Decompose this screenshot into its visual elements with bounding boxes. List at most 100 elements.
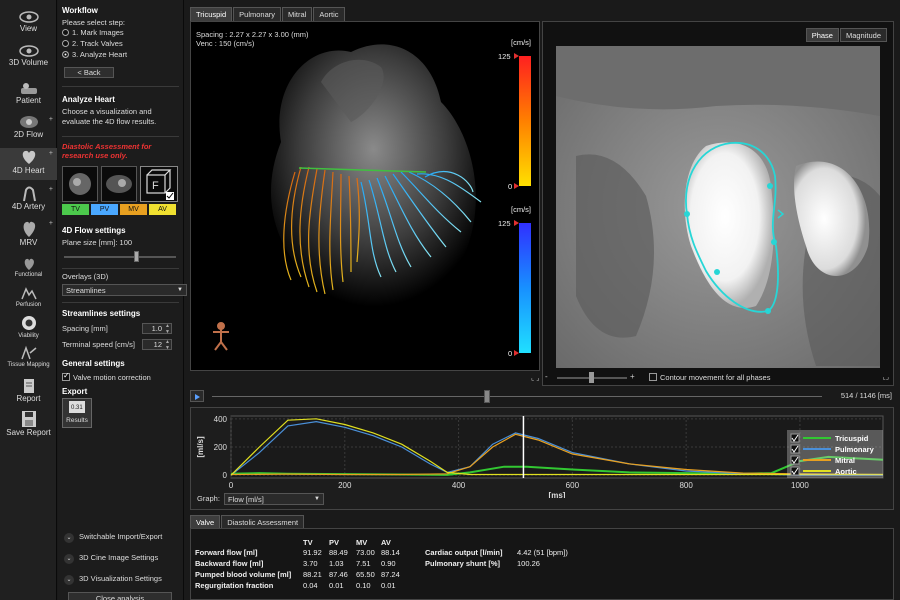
viability-icon <box>21 316 36 330</box>
play-button[interactable] <box>190 390 204 402</box>
tissue-mapping-tool[interactable]: Tissue Mapping <box>0 345 57 373</box>
shunt-label: Pulmonary shunt [%] <box>425 559 501 568</box>
section-label: 3D Visualization Settings <box>79 574 162 583</box>
y-tick-label: 200 <box>214 443 228 452</box>
save-report-tool[interactable]: Save Report <box>0 410 57 442</box>
tab-tricuspid[interactable]: Tricuspid <box>190 7 233 21</box>
av-toggle[interactable]: AV <box>149 204 176 215</box>
scale-marker-icon[interactable] <box>514 53 519 59</box>
back-button[interactable]: < Back <box>64 67 114 78</box>
cell: 0.10 <box>356 581 371 590</box>
tool-label: Perfusion <box>15 302 42 308</box>
x-tick-label: 800 <box>679 481 693 490</box>
functional-tool[interactable]: Functional <box>0 255 57 283</box>
3d-volume-tool[interactable]: 3D Volume <box>0 44 57 74</box>
zoom-plus[interactable]: + <box>630 372 635 381</box>
results-label: Results <box>66 417 88 424</box>
tab-pulmonary[interactable]: Pulmonary <box>233 7 282 21</box>
left-toolbar: View 3D Volume Patient + 2D Flow + 4D He… <box>0 0 57 600</box>
zoom-slider[interactable] <box>557 372 627 383</box>
terminal-spinbox[interactable]: 12 ▲ ▼ <box>142 339 172 351</box>
fullscreen-icon[interactable]: ⌞⌟ <box>882 373 889 381</box>
spin-arrows-icon[interactable]: ▲ ▼ <box>165 339 170 351</box>
4d-artery-tool[interactable]: + 4D Artery <box>0 184 57 216</box>
divider <box>62 86 179 87</box>
3d-viewport[interactable]: Spacing : 2.27 x 2.27 x 3.00 (mm) Venc :… <box>190 21 540 371</box>
phase-image[interactable] <box>556 46 880 368</box>
app-window: View 3D Volume Patient + 2D Flow + 4D He… <box>0 0 900 600</box>
x-tick-label: 200 <box>338 481 352 490</box>
row-label: Regurgitation fraction <box>195 581 274 590</box>
tab-diastolic-assessment[interactable]: Diastolic Assessment <box>221 515 305 529</box>
tool-label: Patient <box>16 96 41 105</box>
valve-motion-checkbox[interactable]: Valve motion correction <box>62 371 179 383</box>
phase-image-canvas <box>556 46 880 368</box>
col-header-pv: PV <box>329 538 340 547</box>
cell: 91.92 <box>303 548 322 557</box>
scale-marker-icon[interactable] <box>514 183 519 189</box>
close-analysis-button[interactable]: Close analysis <box>68 592 172 600</box>
2d-flow-tool[interactable]: + 2D Flow <box>0 114 57 144</box>
side-panel: Workflow Please select step: 1. Mark Ima… <box>58 0 187 600</box>
mv-toggle[interactable]: MV <box>120 204 147 215</box>
mrv-tool[interactable]: + MRV <box>0 218 57 250</box>
spacing-spinbox[interactable]: 1.0 ▲ ▼ <box>142 323 172 335</box>
view-tool[interactable]: View <box>0 10 57 40</box>
cell: 88.49 <box>329 548 348 557</box>
step-1-radio[interactable]: 1. Mark Images <box>62 28 179 38</box>
checkbox-icon <box>649 373 657 381</box>
x-tick-label: 0 <box>229 481 234 490</box>
tab-magnitude[interactable]: Magnitude <box>839 28 887 42</box>
save-report-icon <box>21 411 36 427</box>
step-2-radio[interactable]: 2. Track Valves <box>62 39 179 49</box>
tool-label: 2D Flow <box>13 130 44 139</box>
report-tool[interactable]: Report <box>0 378 57 406</box>
contour-movement-checkbox[interactable]: Contour movement for all phases <box>649 373 770 382</box>
patient-tool[interactable]: Patient <box>0 80 57 108</box>
divider <box>62 302 179 303</box>
plus-icon: + <box>48 116 53 123</box>
spin-arrows-icon[interactable]: ▲ ▼ <box>165 323 170 335</box>
tab-valve[interactable]: Valve <box>190 515 221 529</box>
plane-size-slider[interactable] <box>64 251 176 262</box>
export-results-button[interactable]: 0.31 Results <box>62 398 92 428</box>
viability-tool[interactable]: Viability <box>0 314 57 344</box>
perfusion-tool[interactable]: Perfusion <box>0 285 57 313</box>
zoom-minus[interactable]: - <box>545 372 548 381</box>
time-slider[interactable] <box>212 390 822 403</box>
volume-thumbnail[interactable]: F <box>140 166 178 202</box>
switchable-import-export-section[interactable]: ⌄ Switchable Import/Export <box>64 532 162 543</box>
graph-type-select[interactable]: Flow [ml/s] ▼ <box>224 493 324 505</box>
tab-phase[interactable]: Phase <box>805 28 839 42</box>
legend-label: Pulmonary <box>835 445 875 454</box>
chevron-down-icon: ▼ <box>177 287 183 293</box>
scale-marker-icon[interactable] <box>514 220 519 226</box>
slider-thumb[interactable] <box>134 251 139 262</box>
plus-icon: + <box>48 186 53 193</box>
plane-size-label: Plane size [mm]: 100 <box>62 238 133 247</box>
tab-mitral[interactable]: Mitral <box>282 7 313 21</box>
slider-thumb[interactable] <box>589 372 594 383</box>
section-label: 3D Cine Image Settings <box>79 553 159 562</box>
tool-label: Functional <box>14 272 43 278</box>
scale-marker-icon[interactable] <box>514 350 519 356</box>
streamline-thumbnail[interactable] <box>62 166 98 202</box>
4d-heart-tool[interactable]: + 4D Heart <box>0 148 57 180</box>
visualization-settings-section[interactable]: ⌄ 3D Visualization Settings <box>64 574 162 585</box>
tab-aortic[interactable]: Aortic <box>313 7 345 21</box>
tool-label: 4D Artery <box>11 202 46 211</box>
velocity-colorbar-blue <box>519 223 531 353</box>
cell: 88.21 <box>303 570 322 579</box>
spin-value: 1.0 <box>151 324 162 333</box>
overlays-select[interactable]: Streamlines ▼ <box>62 284 187 296</box>
flow-chart[interactable]: 0 200 400 600 800 1000 0 200 400 [ml/s] [ms] Tricus… <box>191 408 895 498</box>
tv-toggle[interactable]: TV <box>62 204 89 215</box>
step-3-radio[interactable]: 3. Analyze Heart <box>62 50 179 60</box>
pv-toggle[interactable]: PV <box>91 204 118 215</box>
cine-image-settings-section[interactable]: ⌄ 3D Cine Image Settings <box>64 553 158 564</box>
report-icon <box>23 379 34 393</box>
cine-thumbnail[interactable] <box>101 166 137 202</box>
fit-icon[interactable]: ⌞ ⌟ <box>531 374 540 382</box>
slider-thumb[interactable] <box>484 390 490 403</box>
cell: 1.03 <box>329 559 344 568</box>
